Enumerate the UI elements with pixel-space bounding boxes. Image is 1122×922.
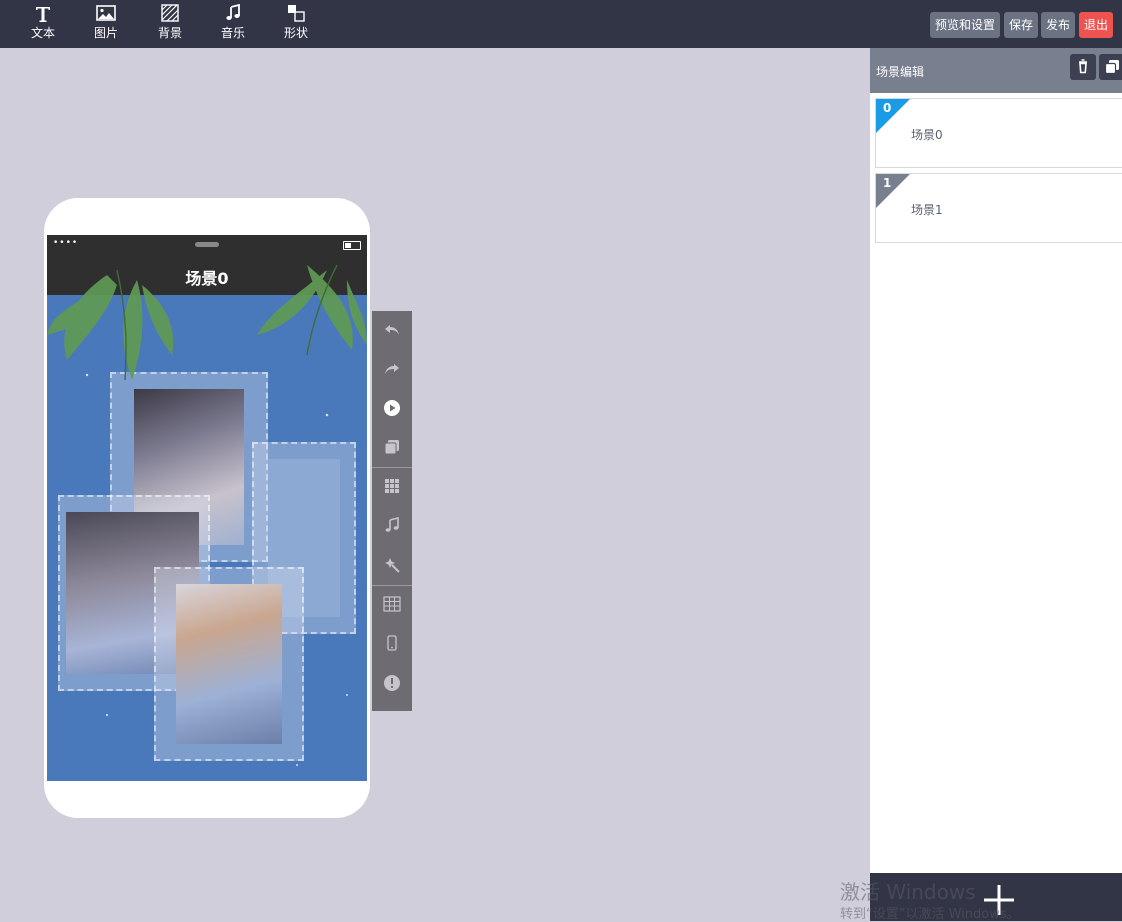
music-button[interactable] (372, 507, 412, 546)
scene-card-0[interactable]: 0 场景0 (875, 98, 1122, 168)
signal-dots: •••• (53, 238, 79, 248)
scene-number-badge (876, 174, 910, 208)
side-toolbar (372, 311, 412, 711)
text-tool-label: 文本 (30, 26, 55, 40)
effects-button[interactable] (372, 546, 412, 585)
copy-icon (1104, 60, 1119, 75)
phone-icon (387, 635, 397, 651)
speaker-icon (195, 242, 219, 247)
photo-frame-4[interactable] (154, 567, 304, 761)
play-icon (384, 400, 400, 416)
copy-icon (384, 440, 399, 455)
music-tool-label: 音乐 (220, 26, 245, 40)
background-tool-label: 背景 (157, 26, 182, 40)
background-tool-button[interactable]: 背景 (150, 4, 190, 44)
redo-button[interactable] (372, 350, 412, 389)
scene-name: 场景0 (911, 128, 943, 142)
phone-status-bar: •••• (47, 235, 367, 255)
grid-icon (385, 479, 399, 493)
image-tool-button[interactable]: 图片 (86, 4, 126, 44)
preview-settings-button[interactable]: 预览和设置 (930, 12, 1001, 38)
save-button[interactable]: 保存 (1004, 12, 1039, 38)
scene-card-1[interactable]: 1 场景1 (875, 173, 1122, 243)
text-tool-button[interactable]: 文本 (23, 4, 63, 44)
undo-button[interactable] (372, 311, 412, 350)
windows-watermark-title: 激活 Windows (840, 880, 976, 904)
phone-screen: •••• 场景0 (47, 235, 367, 781)
windows-watermark-subtitle: 转到“设置”以激活 Windows。 (840, 907, 1020, 922)
play-button[interactable] (372, 389, 412, 428)
scene-title: 场景0 (185, 269, 229, 288)
scene-number-badge (876, 99, 910, 133)
delete-scene-button[interactable] (1070, 54, 1096, 80)
publish-button[interactable]: 发布 (1041, 12, 1076, 38)
scene-panel-header: 场景编辑 (870, 48, 1122, 93)
table-icon (383, 596, 401, 612)
scene-panel-title: 场景编辑 (876, 65, 925, 79)
copy-button[interactable] (372, 428, 412, 467)
table-button[interactable] (372, 586, 412, 625)
redo-icon (385, 364, 399, 374)
mobile-preview-button[interactable] (372, 625, 412, 664)
exit-button[interactable]: 退出 (1079, 12, 1114, 38)
trash-icon (1079, 59, 1087, 74)
scene-name: 场景1 (911, 203, 943, 217)
music-tool-button[interactable]: 音乐 (213, 3, 253, 44)
scene-number: 0 (883, 101, 892, 115)
shape-icon (276, 4, 316, 26)
image-tool-label: 图片 (93, 26, 118, 40)
battery-icon (343, 241, 361, 250)
undo-icon (385, 325, 399, 335)
portrait-image (176, 584, 282, 744)
grid-button[interactable] (372, 468, 412, 507)
shape-tool-label: 形状 (283, 26, 308, 40)
scene-number: 1 (883, 176, 892, 190)
top-toolbar: 文本 图片 背景 音乐 形状 预览和设置 保存 发布 退出 (0, 0, 1122, 48)
info-button[interactable] (372, 664, 412, 703)
copy-scene-button[interactable] (1099, 54, 1122, 80)
music-icon (385, 516, 399, 532)
music-icon (213, 3, 253, 26)
scene-edit-panel: 场景编辑 0 场景0 1 场景1 (870, 48, 1122, 921)
background-icon (150, 4, 190, 26)
shape-tool-button[interactable]: 形状 (276, 4, 316, 44)
image-icon (86, 4, 126, 26)
magic-wand-icon (385, 558, 400, 573)
text-icon (23, 4, 63, 26)
alert-icon (384, 675, 400, 691)
